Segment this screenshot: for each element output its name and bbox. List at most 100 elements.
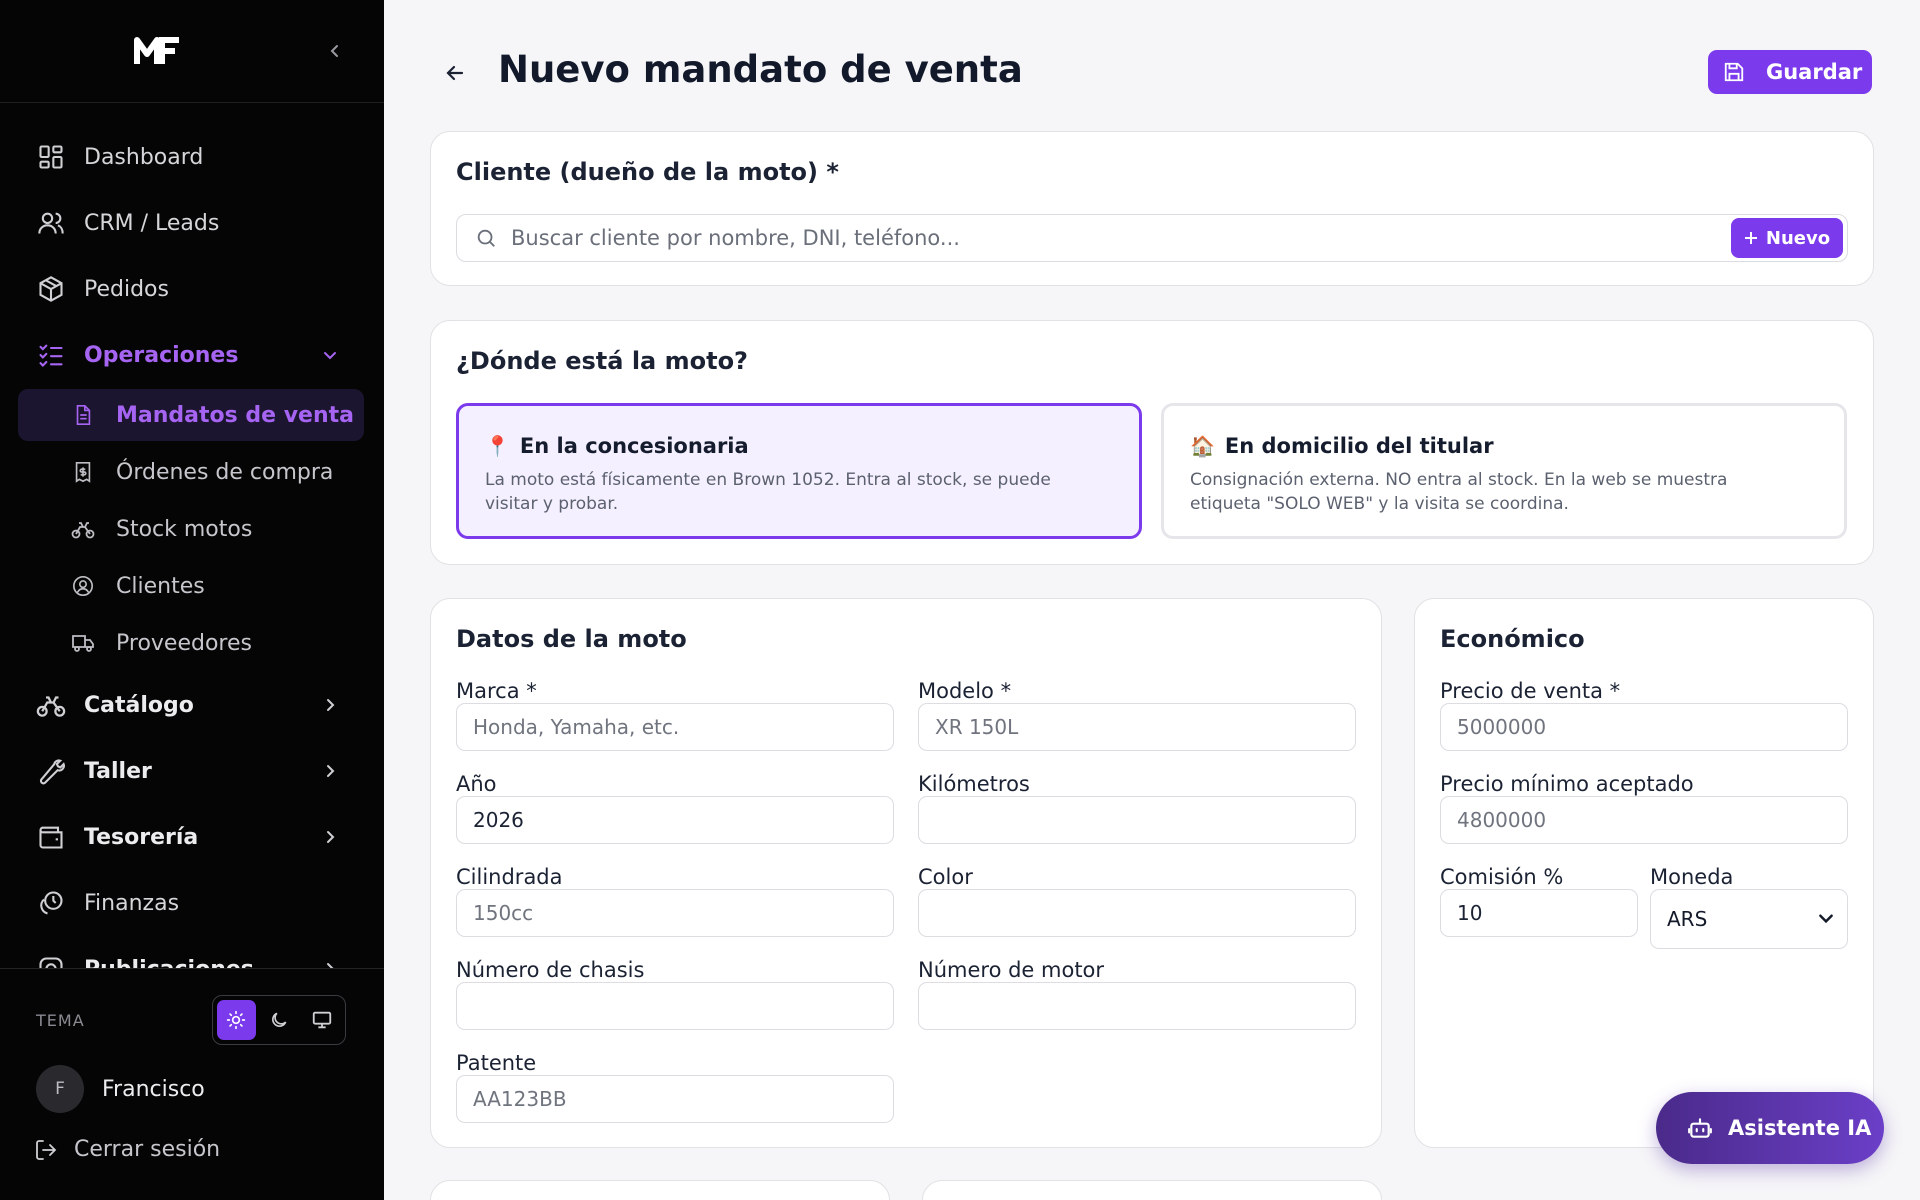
cilindrada-input[interactable] [456,889,894,937]
location-option-label: En la concesionaria [519,434,749,458]
sidebar-subitem-label: Mandatos de venta [116,402,354,428]
marca-label: Marca * [456,679,537,703]
chasis-input[interactable] [456,982,894,1030]
sidebar-item-pedidos[interactable]: Pedidos [18,262,364,316]
client-card-title: Cliente (dueño de la moto) * [456,158,839,186]
patente-label: Patente [456,1051,537,1075]
theme-dark-button[interactable] [260,1000,299,1040]
file-text-icon [70,402,96,428]
sidebar-item-label: Pedidos [84,276,169,302]
logout-label: Cerrar sesión [74,1137,221,1162]
modelo-label: Modelo * [918,679,1012,703]
sidebar-subitem-clientes[interactable]: Clientes [18,560,364,612]
moneda-select[interactable]: ARS [1650,889,1848,949]
precio-label: Precio de venta * [1440,679,1621,703]
wallet-icon [36,822,66,852]
comision-input[interactable] [1440,889,1638,937]
pin-icon: 📍 [485,434,510,458]
client-search-box: Nuevo [456,214,1848,262]
user-profile[interactable]: F Francisco [36,1065,205,1113]
chevron-right-icon [318,693,342,717]
sidebar-item-operaciones[interactable]: Operaciones [18,328,364,382]
bike-icon [36,690,66,720]
marca-input[interactable] [456,703,894,751]
sidebar-item-crm[interactable]: CRM / Leads [18,196,364,250]
sidebar-item-dashboard[interactable]: Dashboard [18,130,364,184]
avatar: F [36,1065,84,1113]
arrow-left-icon [446,65,464,81]
minimo-label: Precio mínimo aceptado [1440,772,1694,796]
chevron-left-icon [330,45,338,57]
new-client-label: Nuevo [1765,227,1831,249]
modelo-input[interactable] [918,703,1356,751]
location-option-dealership[interactable]: 📍 En la concesionaria La moto está físic… [456,403,1142,539]
ai-assistant-button[interactable]: Asistente IA [1656,1092,1884,1164]
monitor-icon [312,1011,331,1029]
sidebar-subitem-label: Órdenes de compra [116,459,334,485]
sidebar-subitem-label: Stock motos [116,516,253,542]
precio-input[interactable] [1440,703,1848,751]
sidebar-subitem-label: Proveedores [116,630,252,656]
receipt-icon [70,459,96,485]
save-icon [1722,60,1746,84]
save-label: Guardar [1766,60,1863,84]
sidebar-item-taller[interactable]: Taller [18,744,364,798]
sidebar-header [0,0,384,103]
coins-icon [36,888,66,918]
sidebar-subitem-mandatos[interactable]: Mandatos de venta [18,389,364,441]
chasis-label: Número de chasis [456,958,645,982]
moon-icon [272,1012,287,1027]
house-icon: 🏠 [1190,434,1215,458]
bottom-card-right [922,1180,1382,1200]
economic-card: Económico Precio de venta * Precio mínim… [1414,598,1874,1148]
bot-icon [1686,1114,1714,1142]
km-input[interactable] [918,796,1356,844]
color-label: Color [918,865,973,889]
theme-label: TEMA [36,1011,85,1030]
truck-icon [70,630,96,656]
moto-data-card: Datos de la moto Marca * Modelo * Año Ki… [430,598,1382,1148]
collapse-sidebar-button[interactable] [322,38,348,64]
new-client-button[interactable]: Nuevo [1731,218,1843,258]
location-option-description: Consignación externa. NO entra al stock.… [1190,470,1728,514]
economic-card-title: Económico [1440,625,1585,653]
anio-input[interactable] [456,796,894,844]
log-out-icon [36,1139,57,1160]
moto-card-title: Datos de la moto [456,625,687,653]
main-content: Nuevo mandato de venta Guardar Cliente (… [384,0,1920,1200]
brand-logo[interactable] [134,34,182,68]
sidebar-item-catalogo[interactable]: Catálogo [18,678,364,732]
theme-light-button[interactable] [217,1000,256,1040]
sun-icon [227,1010,246,1030]
sidebar-item-label: Catálogo [84,692,194,718]
motor-label: Número de motor [918,958,1105,982]
minimo-input[interactable] [1440,796,1848,844]
motor-input[interactable] [918,982,1356,1030]
sidebar-item-label: CRM / Leads [84,210,220,236]
sidebar-subitem-proveedores[interactable]: Proveedores [18,617,364,669]
save-button[interactable]: Guardar [1708,50,1872,94]
sidebar-item-tesoreria[interactable]: Tesorería [18,810,364,864]
location-option-label: En domicilio del titular [1224,434,1494,458]
moneda-label: Moneda [1650,865,1734,889]
sidebar-item-label: Tesorería [84,824,199,850]
search-icon [473,225,499,251]
logout-button[interactable]: Cerrar sesión [34,1137,220,1162]
location-option-owner-home[interactable]: 🏠 En domicilio del titular Consignación … [1161,403,1847,539]
color-input[interactable] [918,889,1356,937]
client-search-input[interactable] [511,226,1711,250]
back-button[interactable] [440,58,470,88]
location-card: ¿Dónde está la moto? 📍 En la concesionar… [430,320,1874,565]
chevron-right-icon [318,759,342,783]
sidebar-item-finanzas[interactable]: Finanzas [18,876,364,930]
user-circle-icon [70,573,96,599]
km-label: Kilómetros [918,772,1030,796]
sidebar-item-label: Dashboard [84,144,204,170]
sidebar-item-label: Taller [84,758,152,784]
theme-system-button[interactable] [302,1000,341,1040]
patente-input[interactable] [456,1075,894,1123]
plus-icon [1744,232,1757,244]
sidebar-subitem-ordenes[interactable]: Órdenes de compra [18,446,364,498]
location-option-title: 🏠 En domicilio del titular [1190,434,1494,458]
sidebar-subitem-stock[interactable]: Stock motos [18,503,364,555]
